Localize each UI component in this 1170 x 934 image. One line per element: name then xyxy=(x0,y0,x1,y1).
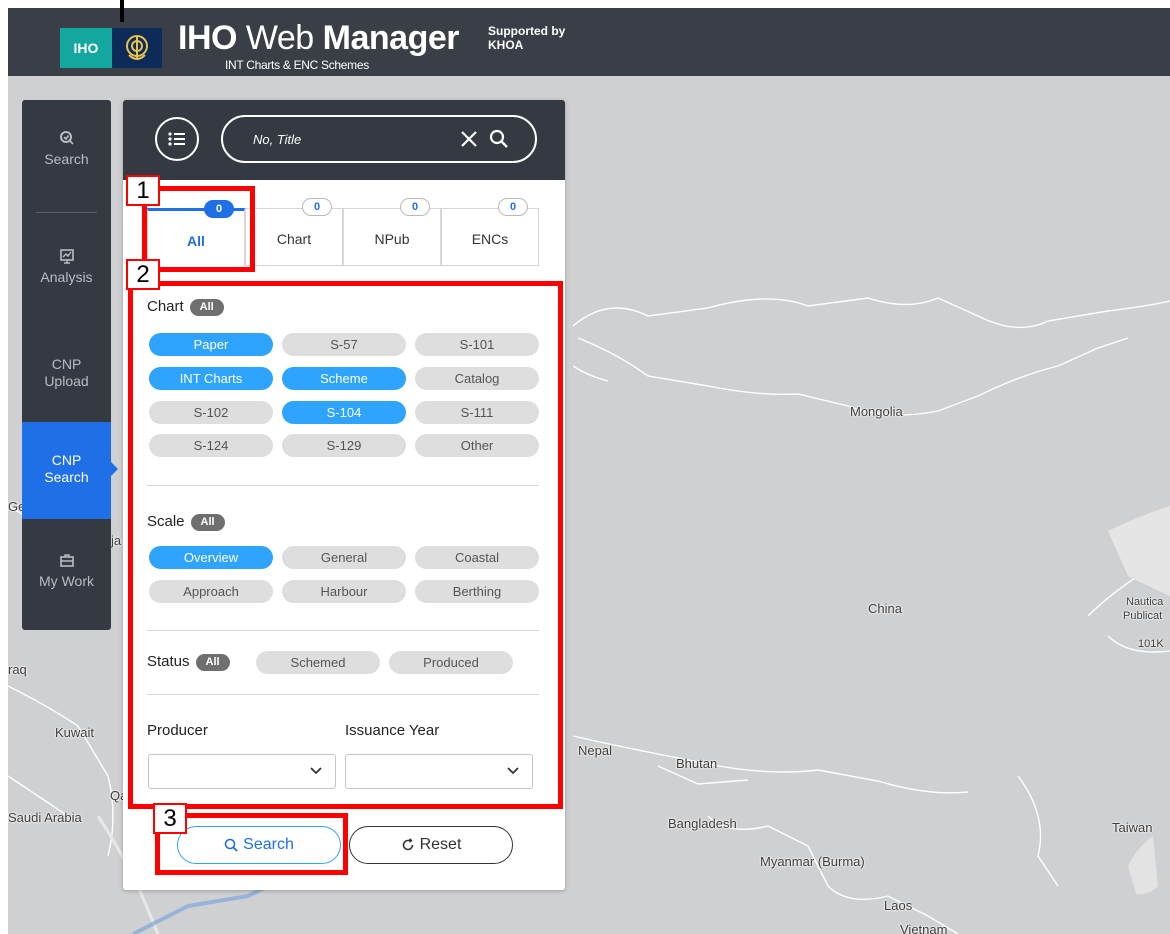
map-label-nepal: Nepal xyxy=(578,743,612,758)
search-box xyxy=(221,115,537,163)
search-icon[interactable] xyxy=(489,129,509,149)
map-label-iraq: raq xyxy=(8,662,27,677)
nav-item-my-work[interactable]: My Work xyxy=(22,552,111,590)
panel-search-bar xyxy=(123,100,565,180)
menu-list-button[interactable] xyxy=(155,117,199,161)
refresh-icon xyxy=(402,838,413,851)
annotation-number-3: 3 xyxy=(153,803,187,834)
map-label-taiwan: Taiwan xyxy=(1112,820,1153,835)
active-nav-pointer xyxy=(111,462,118,476)
tab-encs[interactable]: 0 ENCs xyxy=(441,198,539,266)
tab-chart[interactable]: 0 Chart xyxy=(245,198,343,266)
nav-divider xyxy=(36,212,97,213)
analysis-icon xyxy=(59,249,74,264)
side-nav: Search Analysis CNP Upload CNP Search My… xyxy=(22,100,111,630)
search-input[interactable] xyxy=(253,129,453,149)
map-label-ja: ja xyxy=(111,533,122,548)
cursor-mark xyxy=(120,0,124,22)
map-label-myanmar: Myanmar (Burma) xyxy=(760,854,865,869)
nav-item-cnp-upload[interactable]: CNP Upload xyxy=(22,356,111,390)
map-label-kuwait: Kuwait xyxy=(55,725,95,740)
map-label-bangladesh: Bangladesh xyxy=(668,816,737,831)
nav-item-cnp-search[interactable]: CNP Search xyxy=(22,422,111,519)
map-label-nautical: Nautica xyxy=(1126,596,1164,608)
briefcase-icon xyxy=(59,554,74,567)
search-icon xyxy=(59,131,74,145)
app-subtitle: INT Charts & ENC Schemes xyxy=(225,58,369,72)
annotation-number-1: 1 xyxy=(126,175,160,206)
supported-by-text: Supported by KHOA xyxy=(488,24,566,52)
reset-button[interactable]: Reset xyxy=(349,826,513,864)
app-title: IHO Web Manager xyxy=(178,19,459,57)
iho-emblem-icon xyxy=(112,28,162,68)
map-label-laos: Laos xyxy=(884,898,913,913)
tab-npub[interactable]: 0 NPub xyxy=(343,198,441,266)
map-label-vietnam: Vietnam xyxy=(900,922,948,934)
map-label-mongolia: Mongolia xyxy=(850,404,903,419)
annotation-number-2: 2 xyxy=(126,259,160,290)
map-label-code: 101K xyxy=(1138,638,1164,650)
count-badge: 0 xyxy=(302,198,332,216)
map-label-saudi-arabia: Saudi Arabia xyxy=(8,810,82,825)
count-badge: 0 xyxy=(400,198,430,216)
nav-item-search[interactable]: Search xyxy=(22,130,111,168)
clear-icon[interactable] xyxy=(459,129,479,149)
iho-logo[interactable]: IHO xyxy=(60,28,112,68)
app-header: IHO IHO Web Manager INT Charts & ENC Sch… xyxy=(8,8,1170,76)
map-label-bhutan: Bhutan xyxy=(676,756,718,771)
count-badge: 0 xyxy=(498,198,528,216)
map-label-china: China xyxy=(868,601,902,616)
map-label-publication: Publicat xyxy=(1123,610,1163,622)
nav-item-analysis[interactable]: Analysis xyxy=(22,248,111,286)
annotation-box-2 xyxy=(128,281,563,809)
list-icon xyxy=(168,132,185,146)
